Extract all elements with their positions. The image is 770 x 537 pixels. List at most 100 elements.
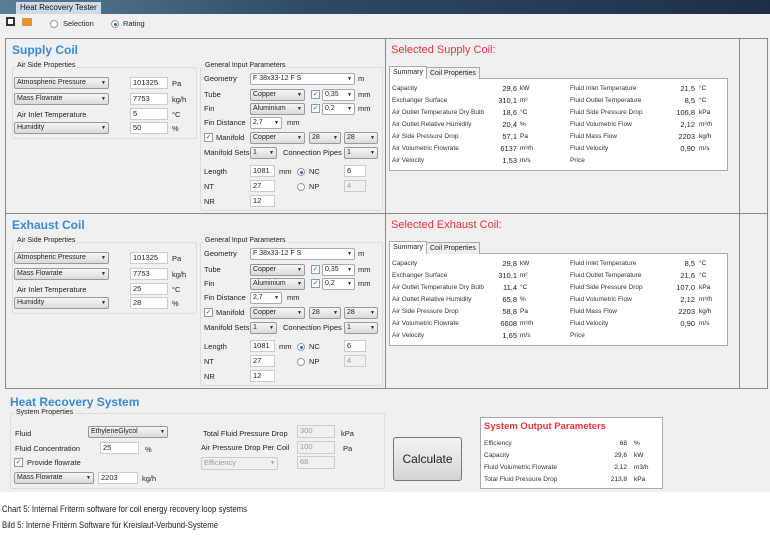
result-value: 2,12 [680, 295, 695, 304]
length-input[interactable]: 1081 [250, 165, 275, 177]
result-unit: °C [699, 272, 707, 279]
manifold-sets-dropdown[interactable]: 1 [250, 147, 277, 159]
nc-input[interactable]: 6 [344, 165, 366, 177]
manifold-sets-dropdown[interactable]: 1 [250, 322, 277, 334]
connection-pipes-dropdown[interactable]: 1 [344, 147, 378, 159]
save-icon[interactable] [6, 17, 15, 26]
result-value: 20,4 [502, 120, 517, 129]
output-value: 2,12 [614, 464, 627, 471]
result-value: 2203 [678, 132, 695, 141]
tube-thickness-dropdown[interactable]: 0,35 [322, 89, 355, 101]
fin-distance-label: Fin Distance [204, 118, 246, 127]
result-label: Exchanger Surface [392, 272, 448, 279]
connection-pipes-label: Connection Pipes [283, 148, 342, 157]
fin-checkbox[interactable]: ✓ [311, 104, 320, 113]
air-property-input[interactable]: 101325 [130, 252, 168, 264]
air-property-unit: % [172, 299, 179, 308]
supply-coil-title: Supply Coil [12, 43, 78, 57]
air-property-input[interactable]: 101325 [130, 77, 168, 89]
nr-input[interactable]: 12 [250, 370, 275, 382]
fin-thickness-dropdown[interactable]: 0,2 [322, 103, 355, 115]
nt-input[interactable]: 27 [250, 180, 275, 192]
air-property-input[interactable]: 50 [130, 122, 168, 134]
tube-checkbox[interactable]: ✓ [311, 265, 320, 274]
exhaust-result-title: Selected Exhaust Coil: [391, 219, 502, 231]
result-label: Air Velocity [392, 157, 425, 164]
np-radio[interactable] [297, 358, 305, 366]
nr-input[interactable]: 12 [250, 195, 275, 207]
result-label: Fluid Volumetric Flow [570, 296, 632, 303]
radio-rating[interactable] [111, 20, 119, 28]
air-property-input[interactable]: 5 [130, 108, 168, 120]
fin-material-dropdown[interactable]: Aluminium [250, 103, 305, 115]
manifold-size2-dropdown[interactable]: 28 [344, 132, 378, 144]
concentration-input[interactable]: 25 [100, 442, 139, 454]
length-unit: mm [279, 342, 292, 351]
nr-label: NR [204, 197, 215, 206]
manifold-size2-dropdown[interactable]: 28 [344, 307, 378, 319]
connection-pipes-dropdown[interactable]: 1 [344, 322, 378, 334]
fin-thickness-dropdown[interactable]: 0,2 [322, 278, 355, 290]
np-radio[interactable] [297, 183, 305, 191]
air-property-dropdown[interactable]: Humidity [14, 297, 109, 309]
nt-input[interactable]: 27 [250, 355, 275, 367]
tube-thickness-dropdown[interactable]: 0,35 [322, 264, 355, 276]
geometry-dropdown[interactable]: F 38x33-12 F S [250, 73, 355, 85]
fluid-dropdown[interactable]: EthyleneGlycol [88, 426, 168, 438]
flow-type-dropdown[interactable]: Mass Flowrate [14, 472, 94, 484]
result-unit: °C [699, 260, 707, 267]
output-unit: kW [634, 452, 644, 459]
target-value-input: 68 [297, 456, 335, 469]
tube-material-dropdown[interactable]: Copper [250, 89, 305, 101]
manifold-checkbox[interactable]: ✓ [204, 308, 213, 317]
fin-distance-dropdown[interactable]: 2,7 [250, 292, 282, 304]
manifold-checkbox[interactable]: ✓ [204, 133, 213, 142]
result-value: 310,1 [498, 96, 517, 105]
concentration-label: Fluid Concentration [15, 444, 81, 453]
nc-radio[interactable] [297, 343, 305, 351]
air-property-dropdown[interactable]: Atmospheric Pressure [14, 252, 109, 264]
flow-value-input[interactable]: 2203 [98, 472, 138, 484]
air-property-dropdown[interactable]: Mass Flowrate [14, 268, 109, 280]
tab-summary[interactable]: Summary [389, 241, 427, 254]
result-unit: kg/h [699, 308, 712, 315]
manifold-size1-dropdown[interactable]: 28 [309, 132, 341, 144]
nc-input[interactable]: 6 [344, 340, 366, 352]
provide-flowrate-checkbox[interactable]: ✓ [14, 458, 23, 467]
air-property-dropdown[interactable]: Mass Flowrate [14, 93, 109, 105]
air-property-dropdown[interactable]: Humidity [14, 122, 109, 134]
tab-coil-properties[interactable]: Coil Properties [426, 242, 480, 254]
air-property-input[interactable]: 7753 [130, 268, 168, 280]
geometry-dropdown[interactable]: F 38x33-12 F S [250, 248, 355, 260]
air-property-input[interactable]: 28 [130, 297, 168, 309]
fin-distance-dropdown[interactable]: 2,7 [250, 117, 282, 129]
tube-material-dropdown[interactable]: Copper [250, 264, 305, 276]
result-unit: kg/h [699, 133, 712, 140]
tube-checkbox[interactable]: ✓ [311, 90, 320, 99]
air-property-unit: Pa [172, 254, 182, 263]
folder-icon[interactable] [22, 18, 32, 26]
calculate-button[interactable]: Calculate [393, 437, 462, 481]
air-property-input[interactable]: 25 [130, 283, 168, 295]
manifold-label: Manifold [216, 133, 245, 142]
result-value: 310,1 [498, 271, 517, 280]
fin-checkbox[interactable]: ✓ [311, 279, 320, 288]
air-property-dropdown[interactable]: Atmospheric Pressure [14, 77, 109, 89]
radio-selection[interactable] [50, 20, 58, 28]
length-input[interactable]: 1081 [250, 340, 275, 352]
manifold-material-dropdown[interactable]: Copper [250, 132, 305, 144]
manifold-size1-dropdown[interactable]: 28 [309, 307, 341, 319]
result-unit: m/s [699, 320, 710, 327]
air-property-input[interactable]: 7753 [130, 93, 168, 105]
fin-material-dropdown[interactable]: Aluminium [250, 278, 305, 290]
result-label: Fluid Side Pressure Drop [570, 109, 643, 116]
result-label: Air Volumetric Flowrate [392, 320, 459, 327]
tab-summary[interactable]: Summary [389, 66, 427, 79]
result-unit: m³/h [520, 145, 533, 152]
result-unit: m/s [699, 145, 710, 152]
nc-radio[interactable] [297, 168, 305, 176]
window-title: Heat Recovery Tester [16, 2, 101, 14]
result-label: Air Velocity [392, 332, 425, 339]
manifold-material-dropdown[interactable]: Copper [250, 307, 305, 319]
tab-coil-properties[interactable]: Coil Properties [426, 67, 480, 79]
